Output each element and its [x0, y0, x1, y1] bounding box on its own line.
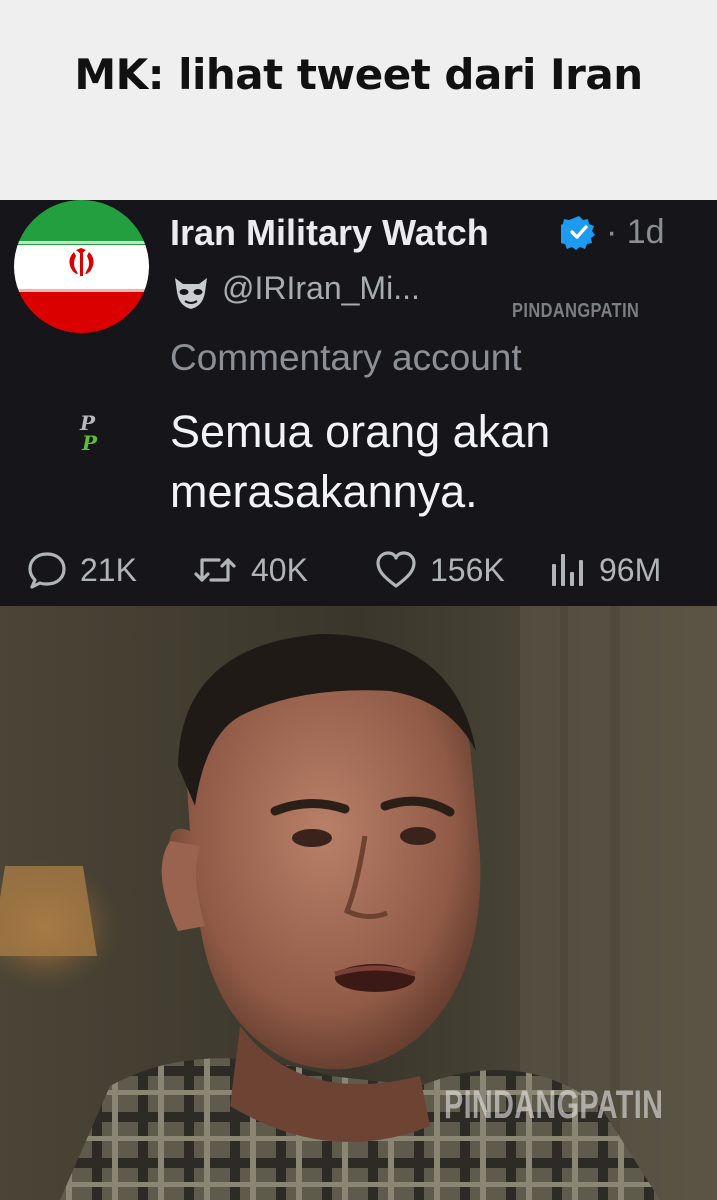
tweet-text-line: merasakannya.	[170, 466, 478, 517]
svg-text:P: P	[81, 431, 98, 455]
view-count: 96M	[599, 551, 662, 588]
like-button[interactable]: 156K	[374, 548, 505, 592]
mask-icon	[175, 278, 207, 309]
user-handle[interactable]: @IRIran_Mi...	[222, 270, 420, 307]
verified-badge-icon	[561, 216, 595, 250]
tweet-text: Semua orang akan merasakannya.	[170, 402, 690, 522]
tweet-time: · 1d	[606, 213, 665, 251]
reply-icon	[28, 552, 66, 589]
repost-button[interactable]: 40K	[191, 548, 308, 592]
views-icon	[552, 554, 583, 586]
meme-caption-band: MK: lihat tweet dari Iran	[0, 0, 717, 200]
reply-button[interactable]: 21K	[26, 548, 137, 592]
views-button[interactable]: 96M	[549, 548, 661, 592]
iran-flag-avatar[interactable]	[14, 200, 149, 333]
repost-count: 40K	[251, 551, 308, 588]
like-icon	[376, 551, 416, 588]
like-count: 156K	[430, 551, 505, 588]
pp-logo-icon: P P	[79, 411, 98, 455]
account-label: Commentary account	[170, 337, 522, 378]
repost-icon	[194, 558, 236, 582]
meme-caption: MK: lihat tweet dari Iran	[74, 50, 643, 99]
watermark-small: PINDANGPATIN	[512, 300, 640, 322]
display-name[interactable]: Iran Military Watch	[170, 212, 489, 254]
watermark-large: PINDANGPATIN	[444, 1083, 664, 1127]
reply-count: 21K	[80, 551, 137, 588]
tweet-text-line: Semua orang akan	[170, 406, 551, 457]
